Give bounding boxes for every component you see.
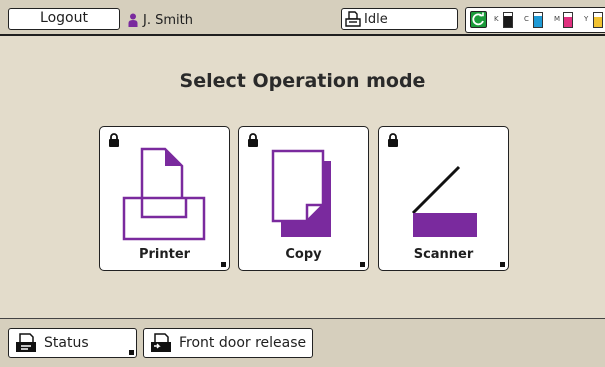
ink-bar: [563, 12, 573, 28]
footer-bar: Status Front door release: [0, 318, 605, 367]
ink-label: C: [524, 15, 529, 23]
ink-label: M: [554, 15, 561, 23]
ink-levels-panel[interactable]: K C M Y: [465, 7, 605, 33]
ink-label: Y: [584, 15, 589, 23]
status-icon: [16, 333, 36, 352]
corner-marker: [360, 262, 365, 267]
ink-label: K: [494, 15, 499, 23]
user-info: J. Smith: [128, 10, 193, 30]
corner-marker: [221, 262, 226, 267]
scanner-label: Scanner: [413, 247, 474, 262]
printer-status-button[interactable]: Idle: [341, 8, 458, 30]
door-release-icon: [151, 333, 171, 352]
scanner-mode-button[interactable]: Scanner: [378, 126, 509, 271]
printer-label: Printer: [138, 247, 191, 262]
status-label: Status: [44, 335, 89, 351]
page-title: Select Operation mode: [179, 70, 426, 92]
user-name: J. Smith: [143, 12, 193, 28]
ink-bar: [503, 12, 513, 28]
front-door-release-label: Front door release: [179, 335, 307, 351]
copy-icon: [271, 149, 331, 237]
printer-icon: [122, 147, 206, 241]
ink-bar: [533, 12, 543, 28]
ink-bar: [593, 12, 603, 28]
user-icon: [128, 13, 138, 27]
printer-status-icon: [345, 11, 361, 27]
front-door-release-button[interactable]: Front door release: [143, 328, 313, 358]
ink-refresh-icon[interactable]: [470, 11, 487, 28]
copy-mode-button[interactable]: Copy: [238, 126, 369, 271]
logout-button[interactable]: Logout: [8, 8, 120, 30]
corner-marker: [129, 350, 134, 355]
printer-status-label: Idle: [364, 11, 388, 27]
copy-label: Copy: [285, 247, 322, 262]
scanner-icon: [411, 165, 477, 237]
printer-mode-button[interactable]: Printer: [99, 126, 230, 271]
status-button[interactable]: Status: [8, 328, 137, 358]
top-bar: Logout J. Smith Idle K C M Y: [0, 0, 605, 36]
corner-marker: [500, 262, 505, 267]
